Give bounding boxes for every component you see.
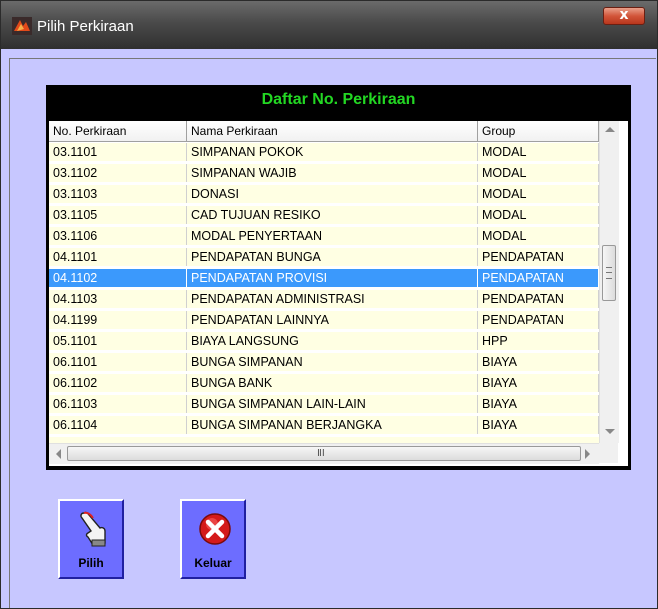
cell-no: 04.1102 [49,269,187,287]
pilih-button[interactable]: Pilih [58,499,124,579]
pilih-label: Pilih [78,556,104,570]
table-row[interactable]: 06.1104 BUNGA SIMPANAN BERJANGKA BIAYA [49,416,599,434]
grip-icon: ⅡⅠ [317,448,325,459]
cell-no: 03.1103 [49,185,187,203]
cell-group: BIAYA [478,395,599,413]
table-row[interactable]: 03.1102 SIMPANAN WAJIB MODAL [49,164,599,182]
close-icon: x [619,7,629,23]
grid-rows: 03.1101 SIMPANAN POKOK MODAL 03.1102 SIMPANA… [49,143,599,443]
cell-group: MODAL [478,164,599,182]
title-bar[interactable]: Pilih Perkiraan x [1,1,657,49]
cell-no: 06.1102 [49,374,187,392]
cell-group: BIAYA [478,353,599,371]
table-row[interactable]: 04.1102 PENDAPATAN PROVISI PENDAPATAN [49,269,599,287]
cell-no: 06.1103 [49,395,187,413]
table-row[interactable]: 06.1102 BUNGA BANK BIAYA [49,374,599,392]
horizontal-scrollbar[interactable]: ⅡⅠ [49,443,599,464]
table-row[interactable]: 04.1101 PENDAPATAN BUNGA PENDAPATAN [49,248,599,266]
cell-nama: PENDAPATAN ADMINISTRASI [187,290,478,308]
keluar-button[interactable]: Keluar [180,499,246,579]
grid-header: No. Perkiraan Nama Perkiraan Group [49,121,599,143]
cell-group: PENDAPATAN [478,290,599,308]
table-row[interactable]: 05.1101 BIAYA LANGSUNG HPP [49,332,599,350]
cell-nama: PENDAPATAN LAINNYA [187,311,478,329]
cell-group: MODAL [478,227,599,245]
cell-no: 03.1102 [49,164,187,182]
table-row[interactable]: 03.1101 SIMPANAN POKOK MODAL [49,143,599,161]
cell-nama: PENDAPATAN BUNGA [187,248,478,266]
cell-no: 03.1106 [49,227,187,245]
cell-nama: SIMPANAN WAJIB [187,164,478,182]
cell-nama: BUNGA BANK [187,374,478,392]
cell-no: 04.1103 [49,290,187,308]
cell-nama: CAD TUJUAN RESIKO [187,206,478,224]
scroll-up-arrow-icon[interactable] [605,127,615,132]
vertical-scrollbar[interactable] [599,121,619,443]
panel-heading: Daftar No. Perkiraan [261,91,416,108]
cell-no: 04.1199 [49,311,187,329]
table-row[interactable]: 03.1105 CAD TUJUAN RESIKO MODAL [49,206,599,224]
scroll-left-arrow-icon[interactable] [56,449,61,459]
cell-nama: BUNGA SIMPANAN LAIN-LAIN [187,395,478,413]
table-row[interactable]: 03.1103 DONASI MODAL [49,185,599,203]
cell-group: PENDAPATAN [478,311,599,329]
cell-no: 06.1101 [49,353,187,371]
table-row[interactable]: 04.1199 PENDAPATAN LAINNYA PENDAPATAN [49,311,599,329]
table-row[interactable]: 06.1103 BUNGA SIMPANAN LAIN-LAIN BIAYA [49,395,599,413]
cell-nama: PENDAPATAN PROVISI [187,269,478,287]
cell-group: MODAL [478,185,599,203]
red-x-circle-icon [199,513,231,545]
cell-nama: BUNGA SIMPANAN BERJANGKA [187,416,478,434]
cell-nama: DONASI [187,185,478,203]
cell-group: HPP [478,332,599,350]
scroll-right-arrow-icon[interactable] [585,449,590,459]
cell-group: PENDAPATAN [478,269,599,287]
hand-pointer-icon [80,511,106,547]
column-header-nama[interactable]: Nama Perkiraan [187,121,478,142]
pilih-perkiraan-window: Pilih Perkiraan x Daftar No. Perkiraan N… [0,0,658,609]
account-grid[interactable]: No. Perkiraan Nama Perkiraan Group 03.11… [49,121,628,466]
cell-group: MODAL [478,143,599,161]
cell-group: BIAYA [478,374,599,392]
cell-nama: SIMPANAN POKOK [187,143,478,161]
cell-no: 03.1105 [49,206,187,224]
cell-no: 04.1101 [49,248,187,266]
keluar-label: Keluar [194,556,232,570]
table-row[interactable]: 03.1106 MODAL PENYERTAAN MODAL [49,227,599,245]
scroll-down-arrow-icon[interactable] [605,429,615,434]
cell-group: MODAL [478,206,599,224]
table-row[interactable]: 06.1101 BUNGA SIMPANAN BIAYA [49,353,599,371]
cell-group: BIAYA [478,416,599,434]
cell-no: 03.1101 [49,143,187,161]
cell-nama: BIAYA LANGSUNG [187,332,478,350]
cell-no: 05.1101 [49,332,187,350]
vertical-scroll-thumb[interactable] [602,245,616,301]
app-logo-icon [12,17,32,35]
grip-icon [606,267,612,279]
column-header-group[interactable]: Group [478,121,599,142]
column-header-no[interactable]: No. Perkiraan [49,121,187,142]
horizontal-scroll-thumb[interactable]: ⅡⅠ [67,446,581,461]
cell-group: PENDAPATAN [478,248,599,266]
scroll-corner [599,443,618,463]
close-button[interactable]: x [603,7,645,25]
cell-no: 06.1104 [49,416,187,434]
cell-nama: BUNGA SIMPANAN [187,353,478,371]
table-row[interactable]: 04.1103 PENDAPATAN ADMINISTRASI PENDAPATAN [49,290,599,308]
window-title: Pilih Perkiraan [37,18,134,35]
cell-nama: MODAL PENYERTAAN [187,227,478,245]
